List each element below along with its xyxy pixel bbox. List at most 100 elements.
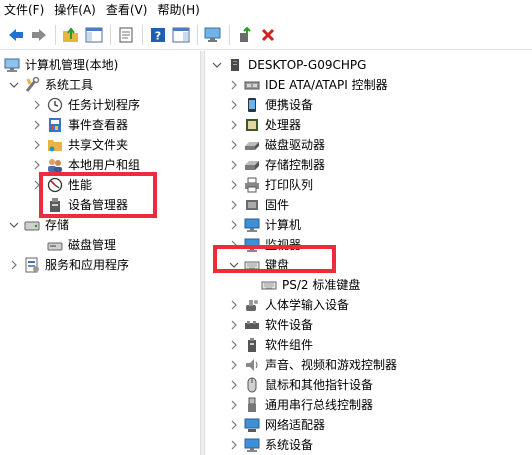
mouse-icon (244, 377, 260, 393)
device-category-mice[interactable]: 鼠标和其他指针设备 (228, 375, 373, 395)
tree-item-computer-management[interactable]: 计算机管理(本地) (4, 55, 118, 75)
keyboard-icon (261, 277, 277, 293)
usb-icon (244, 397, 260, 413)
tree-item-disk-management[interactable]: 磁盘管理 (47, 235, 116, 255)
computer-icon (244, 217, 260, 233)
chevron-down-icon[interactable] (211, 59, 223, 71)
chevron-right-icon[interactable] (228, 219, 240, 231)
menu-help[interactable]: 帮助(H) (152, 0, 204, 21)
device-category-software-components[interactable]: 软件组件 (228, 335, 313, 355)
back-arrow-icon[interactable] (6, 25, 26, 45)
up-folder-icon[interactable] (61, 25, 81, 45)
show-hide-tree-icon[interactable] (84, 25, 104, 45)
forward-arrow-icon[interactable] (29, 25, 49, 45)
chevron-right-icon[interactable] (228, 79, 240, 91)
tree-item-task-scheduler[interactable]: 任务计划程序 (31, 95, 140, 115)
event-viewer-icon (47, 117, 63, 133)
chevron-right-icon[interactable] (228, 139, 240, 151)
local-users-icon (47, 157, 63, 173)
chevron-right-icon[interactable] (31, 99, 43, 111)
services-apps-icon (24, 257, 40, 273)
system-tools-icon (24, 77, 40, 93)
device-category-label: 网络适配器 (265, 418, 326, 432)
audio-icon (244, 357, 260, 373)
device-category-usb[interactable]: 通用串行总线控制器 (228, 395, 373, 415)
device-category-hid[interactable]: 人体学输入设备 (228, 295, 349, 315)
chevron-right-icon[interactable] (31, 119, 43, 131)
device-tree-label: DESKTOP-G09CHPG (248, 58, 367, 72)
chevron-right-icon[interactable] (228, 439, 240, 451)
device-category-label: 便携设备 (265, 98, 314, 112)
chevron-right-icon[interactable] (228, 179, 240, 191)
software-component-icon (244, 337, 260, 353)
device-category-label: 鼠标和其他指针设备 (265, 378, 374, 392)
menu-view[interactable]: 查看(V) (101, 0, 153, 21)
scan-hardware-icon[interactable] (203, 25, 223, 45)
device-category-disk-drives[interactable]: 磁盘驱动器 (228, 135, 325, 155)
device-category-portable[interactable]: 便携设备 (228, 95, 313, 115)
tree-item-label: 共享文件夹 (68, 138, 129, 152)
export-list-icon[interactable] (116, 25, 136, 45)
device-category-label: 系统设备 (265, 438, 314, 452)
help-icon[interactable]: ? (148, 25, 168, 45)
chevron-right-icon[interactable] (228, 419, 240, 431)
device-category-label: 固件 (265, 198, 290, 212)
device-category-system-devices[interactable]: 系统设备 (228, 435, 313, 455)
tree-item-system-tools[interactable]: 系统工具 (8, 75, 93, 95)
device-category-ide[interactable]: IDE ATA/ATAPI 控制器 (228, 75, 388, 95)
menu-bar: 文件(F) 操作(A) 查看(V) 帮助(H) (0, 0, 532, 21)
tree-item-shared-folders[interactable]: 共享文件夹 (31, 135, 128, 155)
chevron-right-icon[interactable] (31, 139, 43, 151)
device-tree-root[interactable]: DESKTOP-G09CHPG (211, 55, 366, 75)
chevron-right-icon[interactable] (228, 379, 240, 391)
tree-item-label: 磁盘管理 (68, 238, 117, 252)
chevron-right-icon[interactable] (31, 159, 43, 171)
chevron-right-icon[interactable] (228, 159, 240, 171)
chevron-right-icon[interactable] (228, 119, 240, 131)
menu-action[interactable]: 操作(A) (49, 0, 101, 21)
device-category-processor[interactable]: 处理器 (228, 115, 301, 135)
device-category-label: 软件组件 (265, 338, 314, 352)
device-category-software-devices[interactable]: 软件设备 (228, 315, 313, 335)
chevron-right-icon[interactable] (8, 259, 20, 271)
chevron-right-icon[interactable] (228, 359, 240, 371)
device-category-label: IDE ATA/ATAPI 控制器 (265, 78, 388, 92)
device-category-audio[interactable]: 声音、视频和游戏控制器 (228, 355, 397, 375)
chevron-right-icon[interactable] (228, 299, 240, 311)
toolbar-separator (142, 25, 143, 45)
device-category-print-queues[interactable]: 打印队列 (228, 175, 313, 195)
chevron-right-icon[interactable] (228, 339, 240, 351)
device-category-computer[interactable]: 计算机 (228, 215, 301, 235)
portable-device-icon (244, 97, 260, 113)
chevron-down-icon[interactable] (8, 79, 20, 91)
chevron-right-icon[interactable] (228, 399, 240, 411)
device-category-storage-controllers[interactable]: 存储控制器 (228, 155, 325, 175)
chevron-right-icon[interactable] (228, 99, 240, 111)
device-category-firmware[interactable]: 固件 (228, 195, 289, 215)
device-item-ps2-keyboard[interactable]: PS/2 标准键盘 (261, 275, 360, 295)
tree-item-storage[interactable]: 存储 (8, 215, 69, 235)
chevron-right-icon[interactable] (228, 199, 240, 211)
annotation-highlight-box (213, 245, 336, 273)
tree-item-services-apps[interactable]: 服务和应用程序 (8, 255, 129, 275)
device-category-network-adapters[interactable]: 网络适配器 (228, 415, 325, 435)
printer-icon (244, 177, 260, 193)
tree-item-event-viewer[interactable]: 事件查看器 (31, 115, 128, 135)
software-device-icon (244, 317, 260, 333)
tree-item-label: 本地用户和组 (68, 158, 141, 172)
svg-text:?: ? (155, 30, 161, 43)
update-driver-icon[interactable] (235, 25, 255, 45)
uninstall-x-icon[interactable] (258, 25, 278, 45)
processor-icon (244, 117, 260, 133)
action-pane-icon[interactable] (171, 25, 191, 45)
network-adapter-icon (244, 417, 260, 433)
chevron-down-icon[interactable] (8, 219, 20, 231)
chevron-right-icon[interactable] (228, 319, 240, 331)
console-tree-pane: 计算机管理(本地) 系统工具 任务计划程序 事件查看器 共享文件夹 本地用户和组… (0, 51, 200, 455)
shared-folders-icon (47, 137, 63, 153)
menu-file[interactable]: 文件(F) (0, 0, 49, 21)
device-category-label: 存储控制器 (265, 158, 326, 172)
storage-controller-icon (244, 157, 260, 173)
storage-icon (24, 217, 40, 233)
device-category-label: 软件设备 (265, 318, 314, 332)
